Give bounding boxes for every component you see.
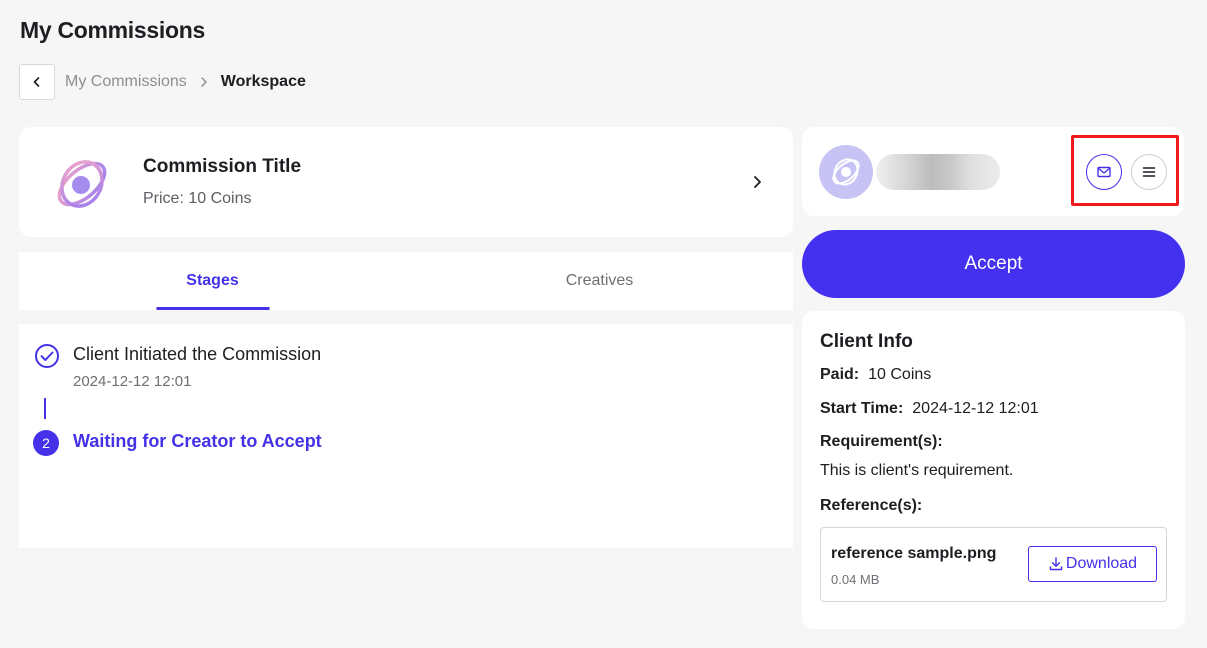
commission-title: Commission Title (143, 156, 302, 177)
accept-button[interactable]: Accept (802, 230, 1185, 298)
stage-title-current: Waiting for Creator to Accept (73, 431, 322, 451)
reference-file-size: 0.04 MB (831, 572, 880, 587)
check-circle-icon (35, 344, 59, 368)
chevron-right-icon (754, 176, 761, 188)
stage-number-badge: 2 (33, 430, 59, 456)
chevron-left-icon (33, 77, 40, 87)
stage-title: Client Initiated the Commission (73, 344, 322, 364)
reference-file-name: reference sample.png (831, 545, 997, 562)
requirements-label: Requirement(s): (820, 433, 943, 450)
message-button[interactable] (1086, 154, 1122, 190)
user-card (802, 127, 1184, 216)
commission-price: Price: 10 Coins (143, 190, 252, 207)
reference-file-item: reference sample.png 0.04 MB Download (820, 527, 1167, 602)
references-label: Reference(s): (820, 497, 923, 514)
tabs: Stages Creatives (19, 252, 793, 310)
breadcrumb: My Commissions Workspace (19, 64, 306, 100)
stage-time: 2024-12-12 12:01 (73, 373, 192, 390)
client-info-card: Client Info Paid: 10 Coins Start Time: 202… (802, 311, 1185, 629)
avatar[interactable] (819, 145, 873, 199)
menu-button[interactable] (1131, 154, 1167, 190)
commission-card[interactable]: Commission Title Price: 10 Coins (19, 127, 793, 237)
back-button[interactable] (19, 64, 55, 100)
requirements-value: This is client's requirement. (820, 462, 1014, 479)
client-info-heading: Client Info (820, 331, 913, 352)
start-time-value: 2024-12-12 12:01 (912, 400, 1039, 417)
chevron-right-icon (199, 76, 209, 88)
paid-row: Paid: 10 Coins (820, 366, 931, 384)
requirements-label-row: Requirement(s): (820, 433, 952, 451)
references-label-row: Reference(s): (820, 497, 931, 515)
download-label: Download (1065, 555, 1138, 572)
stage-connector (44, 398, 46, 419)
download-button[interactable]: Download (1028, 546, 1157, 582)
download-icon (1049, 557, 1063, 571)
stages-panel: Client Initiated the Commission 2024-12-… (19, 324, 793, 548)
paid-value: 10 Coins (868, 366, 932, 383)
start-time-label: Start Time: (820, 400, 904, 417)
page-title: My Commissions (20, 17, 205, 43)
menu-icon (1142, 167, 1156, 177)
mail-icon (1097, 166, 1111, 178)
tab-creatives[interactable]: Creatives (406, 252, 793, 310)
user-name-blurred (876, 154, 1000, 190)
atom-avatar-icon (832, 158, 860, 186)
breadcrumb-workspace: Workspace (220, 73, 306, 90)
atom-logo-icon (57, 160, 107, 208)
breadcrumb-my-commissions[interactable]: My Commissions (65, 73, 187, 91)
start-time-row: Start Time: 2024-12-12 12:01 (820, 400, 1039, 418)
tab-stages[interactable]: Stages (19, 252, 406, 310)
paid-label: Paid: (820, 366, 860, 383)
